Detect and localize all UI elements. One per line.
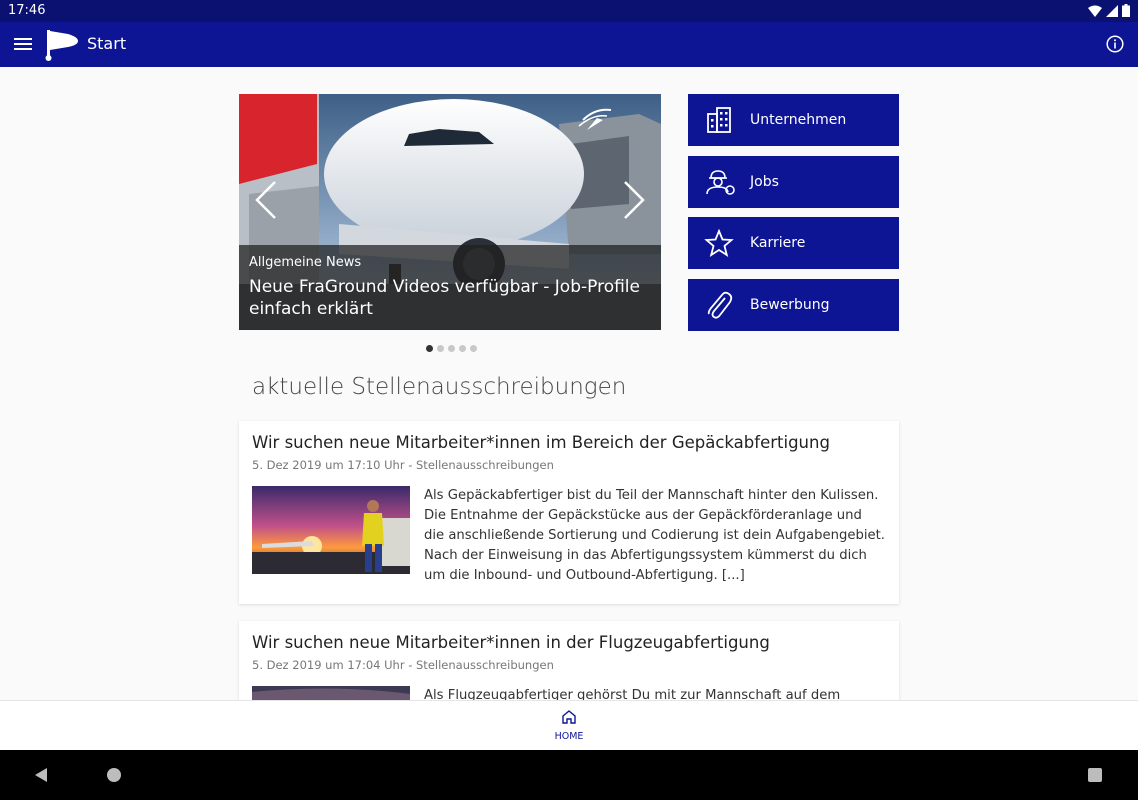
status-time: 17:46 — [8, 3, 46, 18]
battery-icon — [1122, 4, 1130, 17]
system-home-icon[interactable] — [107, 768, 121, 782]
system-navigation-bar — [0, 750, 1138, 800]
star-icon — [704, 229, 734, 257]
carousel-next-icon[interactable] — [621, 180, 647, 220]
carousel-category: Allgemeine News — [249, 255, 362, 270]
post-body: Als Flugzeugabfertiger gehörst Du mit zu… — [252, 686, 886, 700]
post-card[interactable]: Wir suchen neue Mitarbeiter*innen in der… — [239, 621, 899, 700]
recent-apps-icon[interactable] — [1088, 768, 1102, 782]
worker-icon — [706, 169, 735, 195]
post-excerpt: Als Gepäckabfertiger bist du Teil der Ma… — [424, 488, 885, 583]
back-icon[interactable] — [34, 767, 48, 783]
carousel-dot[interactable] — [426, 345, 433, 352]
tile-label: Karriere — [750, 235, 806, 251]
info-icon[interactable] — [1106, 35, 1124, 53]
bottom-navigation: HOME — [0, 700, 1138, 750]
menu-icon[interactable] — [14, 36, 32, 52]
app-bar: Start — [0, 22, 1138, 67]
tile-bewerbung[interactable]: Bewerbung — [688, 278, 899, 331]
page-title: Start — [87, 34, 127, 53]
app-logo-icon — [45, 30, 78, 61]
post-thumbnail — [252, 486, 410, 574]
tile-label: Bewerbung — [750, 296, 830, 313]
post-thumbnail — [252, 686, 410, 700]
post-body: Als Gepäckabfertiger bist du Teil der Ma… — [252, 486, 886, 586]
tile-label: Unternehmen — [750, 112, 847, 128]
fraport-logo-icon — [578, 108, 612, 130]
building-icon — [707, 107, 731, 133]
tile-unternehmen[interactable]: Unternehmen — [688, 94, 899, 146]
carousel-caption[interactable]: Allgemeine News Neue FraGround Videos ve… — [239, 245, 661, 330]
post-excerpt: Als Flugzeugabfertiger gehörst Du mit zu… — [424, 688, 841, 700]
nav-tiles: Unternehmen Jobs Karriere Bewerbung — [688, 94, 899, 340]
post-meta: 5. Dez 2019 um 17:04 Uhr - Stellenaussch… — [252, 658, 554, 672]
carousel-dots — [426, 345, 477, 352]
wifi-icon — [1088, 5, 1102, 17]
signal-icon — [1106, 4, 1118, 17]
section-title: aktuelle Stellenausschreibungen — [252, 374, 627, 400]
post-title: Wir suchen neue Mitarbeiter*innen in der… — [252, 633, 770, 652]
home-icon — [562, 710, 576, 724]
paperclip-icon — [707, 291, 733, 319]
carousel-dot[interactable] — [448, 345, 455, 352]
tab-home-label: HOME — [554, 731, 584, 742]
news-carousel[interactable]: Allgemeine News Neue FraGround Videos ve… — [239, 94, 661, 330]
carousel-prev-icon[interactable] — [253, 180, 279, 220]
status-bar: 17:46 — [0, 0, 1138, 22]
post-card[interactable]: Wir suchen neue Mitarbeiter*innen im Ber… — [239, 421, 899, 604]
main-content[interactable]: Allgemeine News Neue FraGround Videos ve… — [0, 67, 1138, 700]
tile-label: Jobs — [750, 173, 779, 190]
tile-jobs[interactable]: Jobs — [688, 155, 899, 208]
carousel-dot[interactable] — [437, 345, 444, 352]
carousel-dot[interactable] — [459, 345, 466, 352]
tab-home[interactable]: HOME — [548, 709, 590, 742]
post-meta: 5. Dez 2019 um 17:10 Uhr - Stellenaussch… — [252, 458, 554, 472]
status-icons — [1088, 4, 1130, 17]
tile-karriere[interactable]: Karriere — [688, 217, 899, 269]
carousel-headline: Neue FraGround Videos verfügbar - Job-Pr… — [249, 277, 640, 319]
post-title: Wir suchen neue Mitarbeiter*innen im Ber… — [252, 433, 830, 452]
carousel-dot[interactable] — [470, 345, 477, 352]
